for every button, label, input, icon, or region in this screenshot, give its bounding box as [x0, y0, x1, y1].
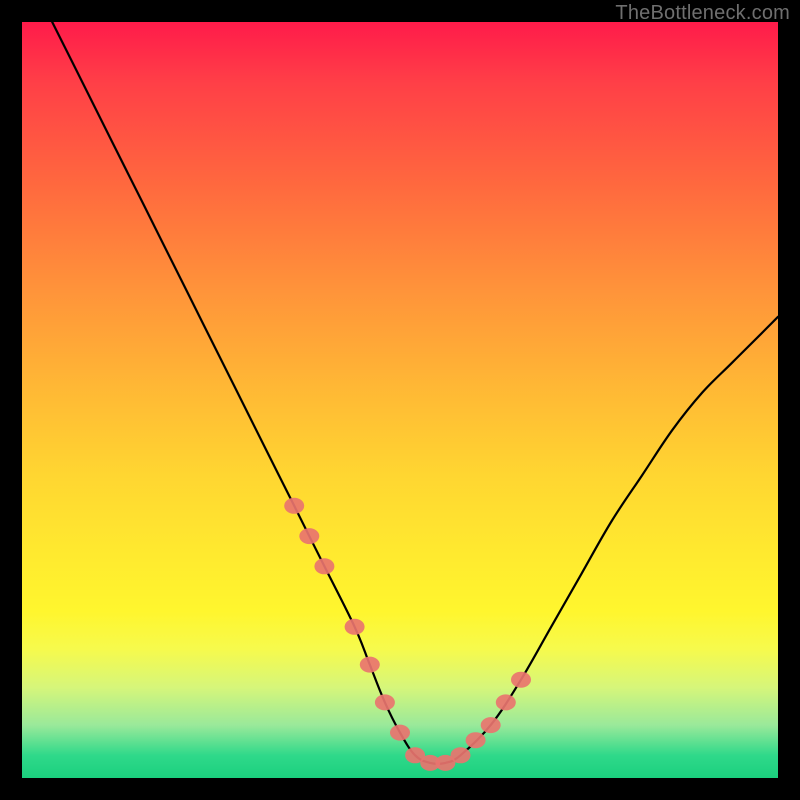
- highlight-marker: [375, 694, 395, 710]
- highlight-marker: [284, 498, 304, 514]
- highlight-marker: [511, 672, 531, 688]
- plot-area: [22, 22, 778, 778]
- watermark-label: TheBottleneck.com: [615, 2, 790, 25]
- bottleneck-curve: [52, 22, 778, 764]
- highlight-marker: [360, 657, 380, 673]
- highlight-marker: [481, 717, 501, 733]
- highlight-markers: [284, 498, 531, 771]
- chart-frame: TheBottleneck.com: [0, 0, 800, 800]
- highlight-marker: [345, 619, 365, 635]
- curve-layer: [22, 22, 778, 778]
- highlight-marker: [390, 725, 410, 741]
- highlight-marker: [451, 747, 471, 763]
- highlight-marker: [299, 528, 319, 544]
- highlight-marker: [466, 732, 486, 748]
- highlight-marker: [314, 558, 334, 574]
- highlight-marker: [496, 694, 516, 710]
